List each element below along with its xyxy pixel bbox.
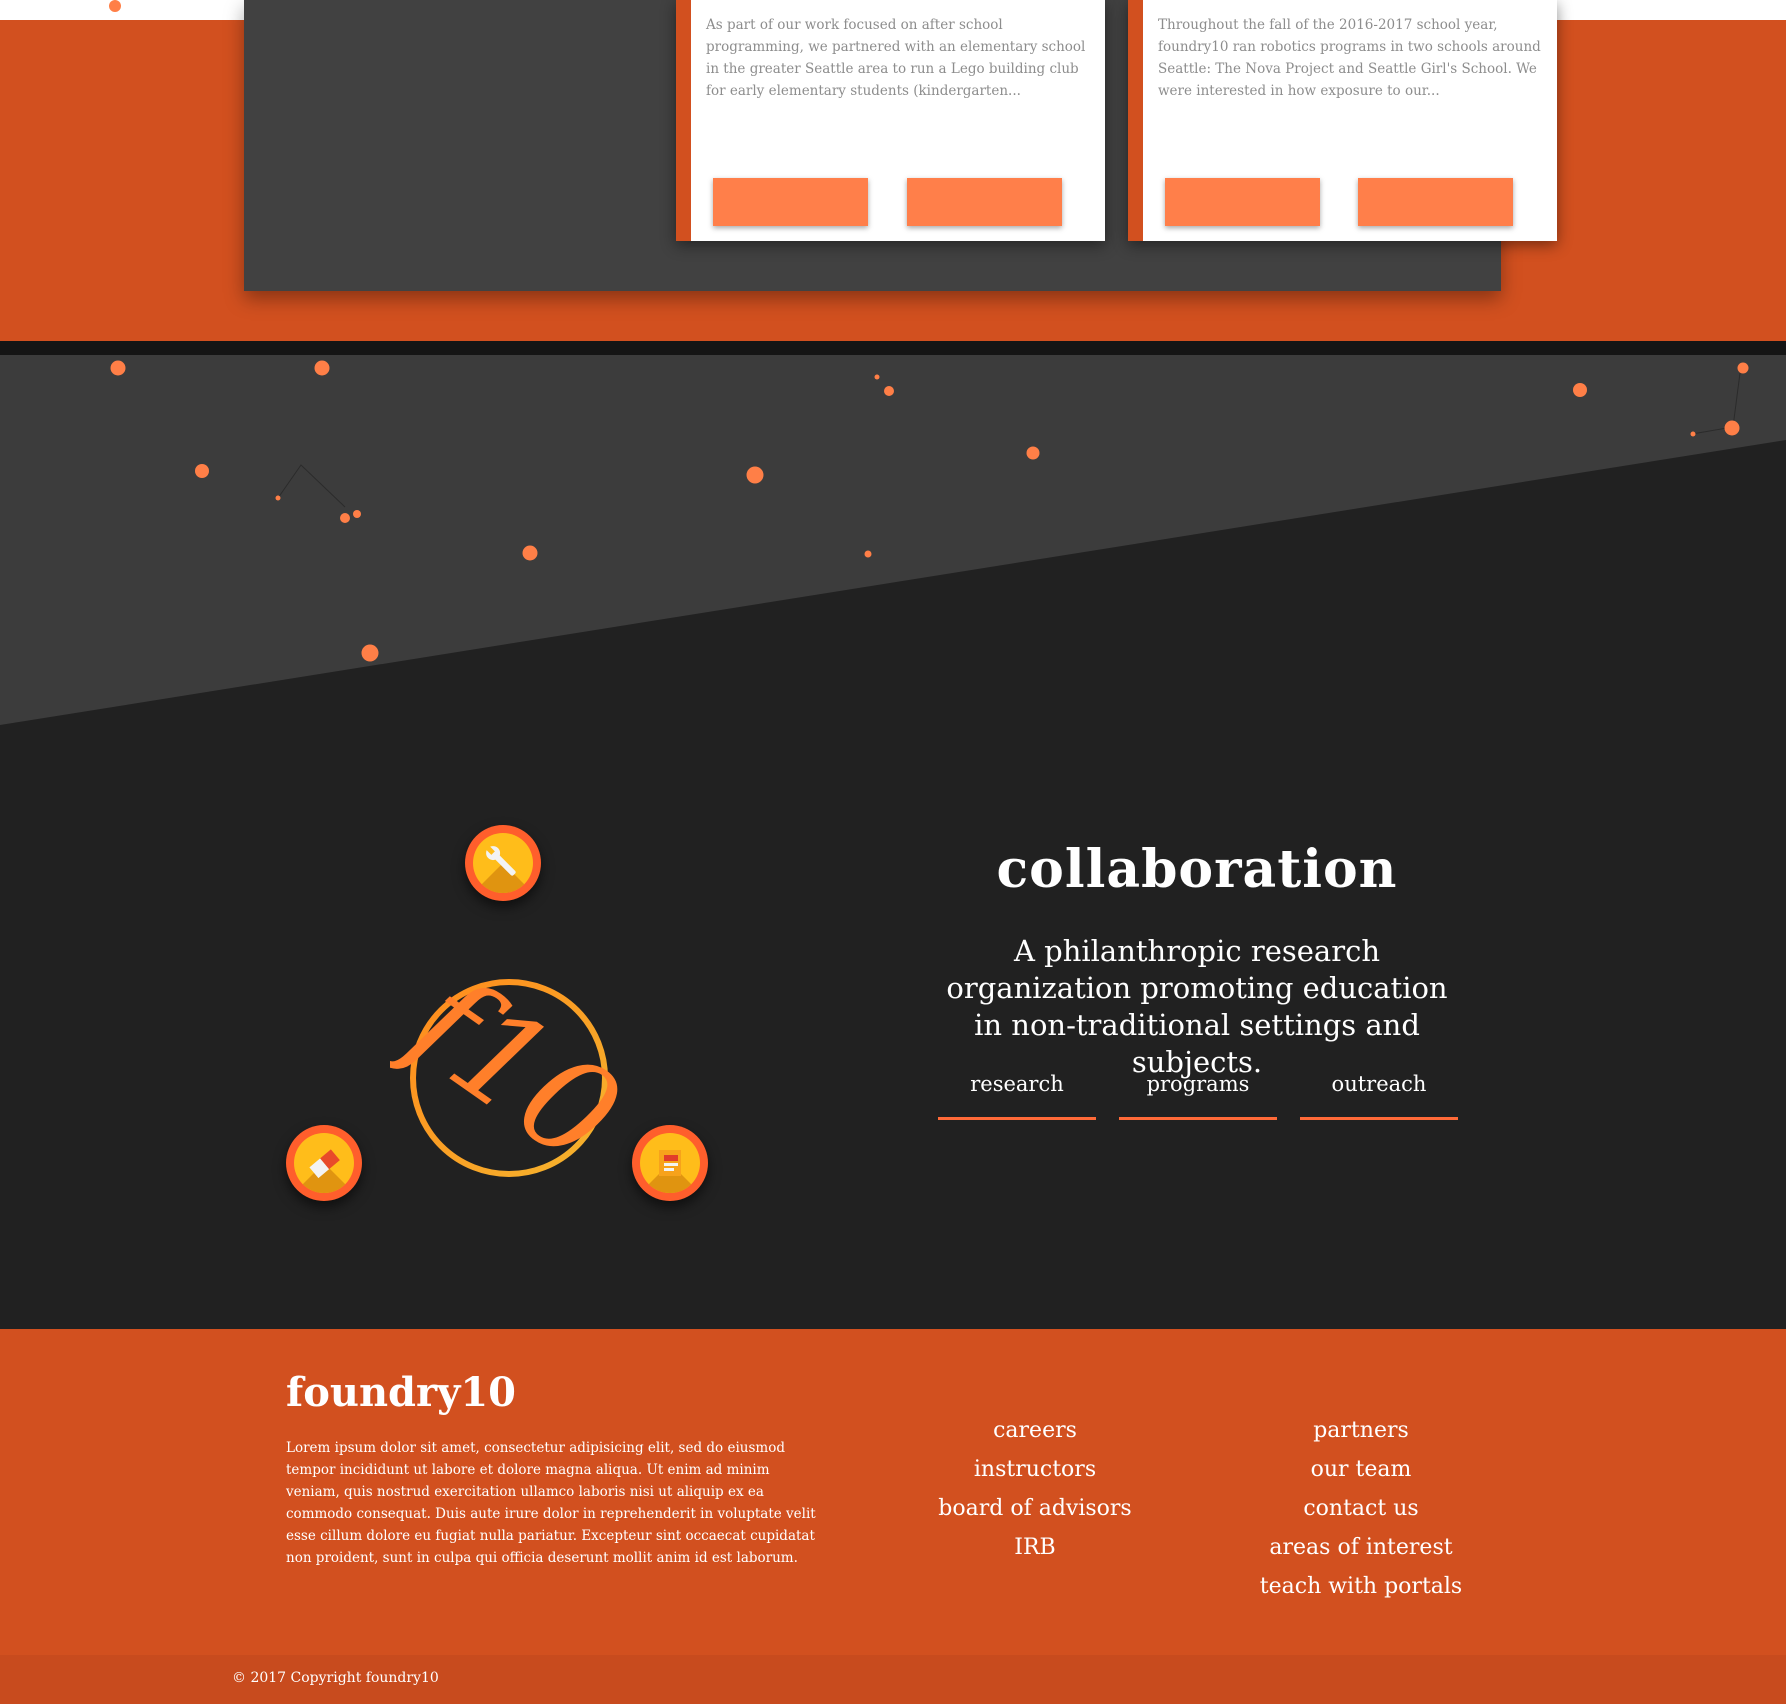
diagonal-band	[0, 355, 1786, 725]
wrench-icon	[484, 844, 516, 876]
logo-text: f10	[390, 968, 630, 1188]
hero-title: collaboration	[996, 839, 1398, 900]
footer-link-careers[interactable]: careers	[900, 1411, 1170, 1450]
book-badge	[632, 1125, 708, 1201]
footer-link-our-team[interactable]: our team	[1226, 1450, 1496, 1489]
project-card-excerpt: Throughout the fall of the 2016-2017 sch…	[1158, 17, 1541, 99]
footer: foundry10 Lorem ipsum dolor sit amet, co…	[0, 1329, 1786, 1655]
f10-logo: f10	[378, 942, 647, 1194]
project-card-button[interactable]	[907, 178, 1062, 226]
footer-links-column: careers instructors board of advisors IR…	[900, 1411, 1170, 1567]
footer-link-instructors[interactable]: instructors	[900, 1450, 1170, 1489]
copyright-bar: © 2017 Copyright foundry10	[0, 1655, 1786, 1704]
hero-subtitle: A philanthropic research organization pr…	[946, 934, 1448, 1079]
project-card: Throughout the fall of the 2016-2017 sch…	[1128, 0, 1557, 241]
eraser-icon	[309, 1149, 340, 1179]
section-divider	[0, 341, 1786, 355]
project-card: As part of our work focused on after sch…	[676, 0, 1105, 241]
footer-title: foundry10	[286, 1369, 516, 1416]
collaboration-section: f10 collaboration A philanthropic resear…	[0, 355, 1786, 1329]
footer-link-contact-us[interactable]: contact us	[1226, 1489, 1496, 1528]
project-card-button[interactable]	[1165, 178, 1320, 226]
outreach-link[interactable]: outreach	[1300, 1065, 1458, 1120]
research-link[interactable]: research	[938, 1065, 1096, 1120]
footer-links-column: partners our team contact us areas of in…	[1226, 1411, 1496, 1606]
footer-link-board-of-advisors[interactable]: board of advisors	[900, 1489, 1170, 1528]
wrench-badge	[465, 825, 541, 901]
project-card-excerpt: As part of our work focused on after sch…	[706, 17, 1086, 99]
projects-panel: As part of our work focused on after sch…	[244, 0, 1557, 291]
footer-link-areas-of-interest[interactable]: areas of interest	[1226, 1528, 1496, 1567]
footer-description: Lorem ipsum dolor sit amet, consectetur …	[286, 1440, 816, 1566]
programs-link[interactable]: programs	[1119, 1065, 1277, 1120]
decorative-dot	[109, 0, 121, 12]
footer-link-partners[interactable]: partners	[1226, 1411, 1496, 1450]
eraser-badge	[286, 1125, 362, 1201]
copyright-text: © 2017 Copyright foundry10	[232, 1670, 439, 1686]
footer-link-teach-with-portals[interactable]: teach with portals	[1226, 1567, 1496, 1606]
book-icon	[659, 1150, 681, 1176]
constellation-background	[0, 355, 1786, 725]
project-card-button[interactable]	[1358, 178, 1513, 226]
footer-link-irb[interactable]: IRB	[900, 1528, 1170, 1567]
project-card-button[interactable]	[713, 178, 868, 226]
